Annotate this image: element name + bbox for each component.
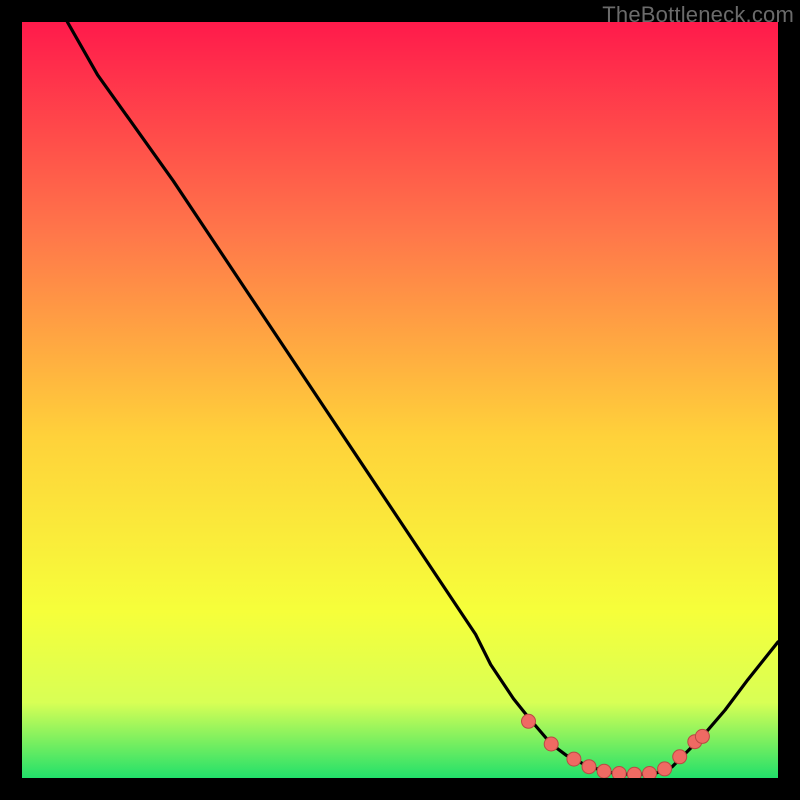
- curve-marker: [597, 764, 611, 778]
- gradient-background: [22, 22, 778, 778]
- curve-marker: [627, 767, 641, 778]
- curve-marker: [567, 752, 581, 766]
- watermark-text: TheBottleneck.com: [602, 2, 794, 28]
- chart-svg: [22, 22, 778, 778]
- curve-marker: [544, 737, 558, 751]
- curve-marker: [582, 760, 596, 774]
- curve-marker: [612, 767, 626, 779]
- curve-marker: [658, 762, 672, 776]
- chart-frame: [22, 22, 778, 778]
- curve-marker: [673, 750, 687, 764]
- curve-marker: [522, 714, 536, 728]
- curve-marker: [695, 729, 709, 743]
- curve-marker: [643, 767, 657, 779]
